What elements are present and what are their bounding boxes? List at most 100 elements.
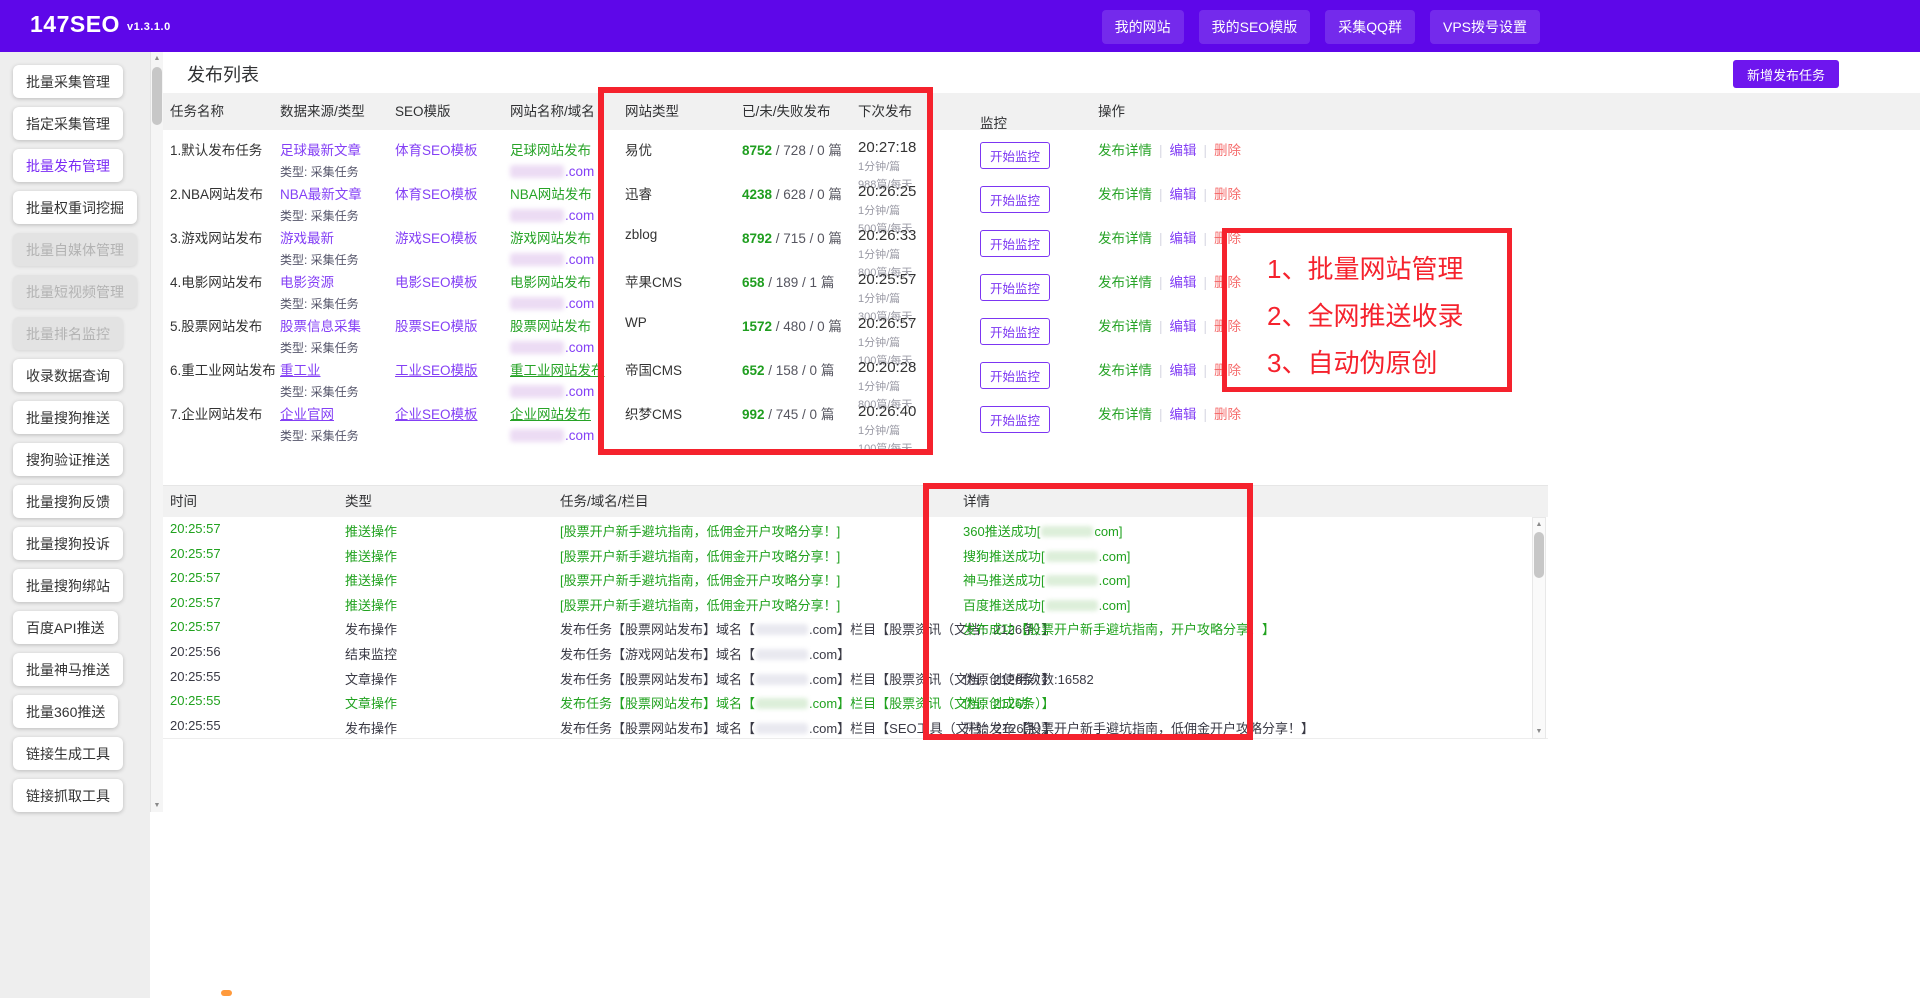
edit-link[interactable]: 编辑 [1170,187,1197,202]
template-link[interactable]: 游戏SEO模板 [395,231,478,246]
delete-link[interactable]: 删除 [1214,319,1241,334]
edit-link[interactable]: 编辑 [1170,319,1197,334]
sidebar-item[interactable]: 搜狗验证推送 [13,443,123,476]
source-link[interactable]: 重工业 [280,363,321,378]
site-name-link[interactable]: 企业网站发布 [510,403,594,423]
publish-detail-link[interactable]: 发布详情 [1098,275,1152,290]
sidebar-item[interactable]: 批量搜狗反馈 [13,485,123,518]
source-link[interactable]: 股票信息采集 [280,319,361,334]
task-name: 1.默认发布任务 [170,139,262,159]
publish-detail-link[interactable]: 发布详情 [1098,363,1152,378]
publish-detail-link[interactable]: 发布详情 [1098,143,1152,158]
monitor-cell: 开始监控 [980,406,1050,433]
source-link[interactable]: 游戏最新 [280,231,334,246]
site-name-link[interactable]: 电影网站发布 [510,271,594,291]
brand: 147SEOv1.3.1.0 [30,11,171,38]
site-name-link[interactable]: 足球网站发布 [510,139,594,159]
sidebar-item[interactable]: 指定采集管理 [13,107,123,140]
start-monitor-button[interactable]: 开始监控 [980,406,1050,433]
sidebar-item[interactable]: 批量搜狗推送 [13,401,123,434]
pending-failed-count: / 745 / 0 篇 [765,407,835,422]
bottom-scrollbar[interactable] [163,989,1920,998]
log-time: 20:25:56 [170,644,221,659]
log-scrollbar[interactable]: ▲ ▼ [1532,517,1546,739]
delete-link[interactable]: 删除 [1214,407,1241,422]
log-detail: 伪原创成功 [963,693,1028,712]
scroll-down-icon[interactable]: ▼ [151,799,163,812]
action-separator: | [1159,319,1163,334]
log-detail-text: 伪原创使用次数:16582 [963,672,1094,687]
log-detail-text: 360推送成功[ [963,524,1040,539]
top-header: 147SEOv1.3.1.0 我的网站我的SEO模版采集QQ群 VPS拨号设置 [0,0,1920,52]
site-name-link[interactable]: NBA网站发布 [510,183,594,203]
publish-detail-link[interactable]: 发布详情 [1098,407,1152,422]
template-link[interactable]: 工业SEO模版 [395,363,478,378]
scroll-down-icon[interactable]: ▼ [1533,725,1545,738]
add-task-button[interactable]: 新增发布任务 [1733,60,1839,88]
template-link[interactable]: 电影SEO模板 [395,275,478,290]
source-link[interactable]: 足球最新文章 [280,143,361,158]
start-monitor-button[interactable]: 开始监控 [980,186,1050,213]
scroll-up-icon[interactable]: ▲ [1533,518,1545,531]
edit-link[interactable]: 编辑 [1170,407,1197,422]
start-monitor-button[interactable]: 开始监控 [980,230,1050,257]
edit-link[interactable]: 编辑 [1170,231,1197,246]
delete-link[interactable]: 删除 [1214,275,1241,290]
column-header: 网站名称/域名 [510,93,595,130]
site-name-link[interactable]: 游戏网站发布 [510,227,594,247]
delete-link[interactable]: 删除 [1214,363,1241,378]
template-link[interactable]: 体育SEO模板 [395,187,478,202]
sidebar-item[interactable]: 批量搜狗绑站 [13,569,123,602]
publish-detail-link[interactable]: 发布详情 [1098,231,1152,246]
sidebar-item[interactable]: 链接生成工具 [13,737,123,770]
scroll-up-icon[interactable]: ▲ [151,52,163,65]
sidebar-scroll-thumb[interactable] [152,67,162,125]
nav-item[interactable]: 我的网站 [1102,10,1184,44]
sidebar-item[interactable]: 批量神马推送 [13,653,123,686]
log-scroll-thumb[interactable] [1534,532,1544,578]
template-link[interactable]: 股票SEO模版 [395,319,478,334]
start-monitor-button[interactable]: 开始监控 [980,318,1050,345]
sidebar-item[interactable]: 批量权重词挖掘 [13,191,137,224]
start-monitor-button[interactable]: 开始监控 [980,362,1050,389]
source-link[interactable]: 电影资源 [280,275,334,290]
log-detail-text: 百度推送成功[ [963,598,1045,613]
edit-link[interactable]: 编辑 [1170,275,1197,290]
source-link[interactable]: 企业官网 [280,407,334,422]
sidebar-item[interactable]: 批量采集管理 [13,65,123,98]
start-monitor-button[interactable]: 开始监控 [980,142,1050,169]
edit-link[interactable]: 编辑 [1170,363,1197,378]
delete-link[interactable]: 删除 [1214,231,1241,246]
horizontal-scroll-thumb[interactable] [221,990,232,996]
actions-cell: 发布详情|编辑|删除 [1098,403,1241,423]
monitor-cell: 开始监控 [980,274,1050,301]
sidebar-item[interactable]: 批量发布管理 [13,149,123,182]
nav-item[interactable]: VPS拨号设置 [1430,10,1540,44]
site-name-link[interactable]: 股票网站发布 [510,315,594,335]
template-link[interactable]: 体育SEO模板 [395,143,478,158]
sidebar-item[interactable]: 批量搜狗投诉 [13,527,123,560]
log-task: [股票开户新手避坑指南，低佣金开户攻略分享！] [560,521,840,540]
start-monitor-button[interactable]: 开始监控 [980,274,1050,301]
log-time: 20:25:57 [170,521,221,536]
publish-detail-link[interactable]: 发布详情 [1098,187,1152,202]
site-name-link[interactable]: 重工业网站发布 [510,359,605,379]
sidebar-item[interactable]: 链接抓取工具 [13,779,123,812]
sidebar-item[interactable]: 百度API推送 [13,611,118,644]
action-separator: | [1204,319,1208,334]
nav-item[interactable]: 采集QQ群 [1325,10,1415,44]
template-link[interactable]: 企业SEO模板 [395,407,478,422]
source-link[interactable]: NBA最新文章 [280,187,362,202]
log-detail: 伪原创使用次数:16582 [963,669,1094,688]
delete-link[interactable]: 删除 [1214,143,1241,158]
log-detail: 搜狗推送成功[.com] [963,546,1130,565]
sidebar-item[interactable]: 批量360推送 [13,695,118,728]
sidebar-item[interactable]: 收录数据查询 [13,359,123,392]
nav-item[interactable]: 我的SEO模版 [1199,10,1311,44]
edit-link[interactable]: 编辑 [1170,143,1197,158]
publish-detail-link[interactable]: 发布详情 [1098,319,1152,334]
next-publish-time: 20:26:40 [858,403,916,420]
sidebar-scrollbar[interactable]: ▲ ▼ [150,52,163,812]
delete-link[interactable]: 删除 [1214,187,1241,202]
actions-cell: 发布详情 | 编辑 | 删除 [1098,315,1241,335]
